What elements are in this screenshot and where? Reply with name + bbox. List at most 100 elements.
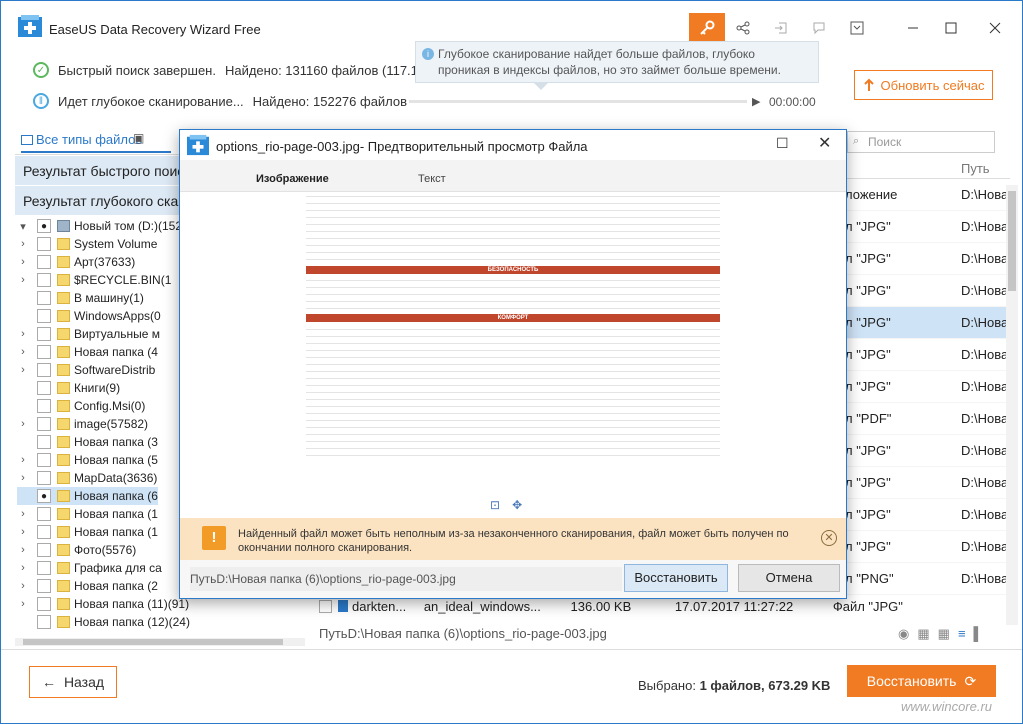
fit-to-window-icon[interactable]: ⊡ — [490, 498, 500, 512]
login-icon[interactable] — [763, 13, 799, 43]
expand-chevron-icon[interactable]: › — [17, 328, 29, 340]
expand-chevron-icon[interactable]: › — [17, 364, 29, 376]
grid-view-icon[interactable]: ▦ — [917, 626, 929, 642]
tree-checkbox[interactable] — [37, 579, 51, 593]
tree-checkbox[interactable] — [37, 309, 51, 323]
tab-text[interactable]: Текст — [418, 173, 446, 185]
menu-dropdown-icon[interactable] — [839, 13, 875, 43]
tree-checkbox[interactable] — [37, 237, 51, 251]
close-icon[interactable] — [977, 13, 1013, 43]
image-icon[interactable]: ▣ — [133, 131, 144, 145]
tree-checkbox[interactable] — [37, 525, 51, 539]
tree-checkbox[interactable] — [37, 543, 51, 557]
expand-chevron-icon[interactable]: › — [17, 562, 29, 574]
details-pane-icon[interactable]: ▌ — [974, 626, 983, 642]
tree-node[interactable]: › SoftwareDistrib — [17, 361, 155, 379]
table-vertical-scrollbar[interactable] — [1006, 185, 1018, 625]
tree-node[interactable]: › Виртуальные м — [17, 325, 160, 343]
expand-chevron-icon[interactable]: › — [17, 238, 29, 250]
actual-size-icon[interactable]: ✥ — [512, 498, 522, 512]
expand-chevron-icon[interactable]: › — [17, 454, 29, 466]
tree-node[interactable]: › Новая папка (2 — [17, 577, 158, 595]
tree-checkbox[interactable] — [37, 399, 51, 413]
expand-chevron-icon[interactable]: › — [17, 508, 29, 520]
tab-image[interactable]: Изображение — [256, 173, 329, 185]
share-icon[interactable] — [725, 13, 761, 43]
expand-chevron-icon[interactable]: › — [17, 598, 29, 610]
tree-checkbox[interactable] — [37, 597, 51, 611]
tree-checkbox[interactable] — [37, 615, 51, 629]
tree-horizontal-scrollbar[interactable] — [15, 638, 305, 646]
expand-chevron-icon[interactable]: › — [17, 472, 29, 484]
tree-node[interactable]: › $RECYCLE.BIN(1 — [17, 271, 171, 289]
play-icon[interactable]: ▶ — [752, 95, 760, 108]
list-view-icon[interactable]: ≡ — [958, 626, 966, 642]
tree-checkbox[interactable]: ● — [37, 489, 51, 503]
expand-chevron-icon[interactable]: › — [17, 346, 29, 358]
tree-node[interactable]: Новая папка (3 — [17, 433, 158, 451]
expand-chevron-icon[interactable]: › — [17, 418, 29, 430]
tree-checkbox[interactable] — [37, 435, 51, 449]
tree-node[interactable]: Книги(9) — [17, 379, 120, 397]
tree-node[interactable]: › Графика для са — [17, 559, 162, 577]
expand-chevron-icon[interactable]: › — [17, 256, 29, 268]
tree-node[interactable]: › Новая папка (11)(91) — [17, 595, 189, 613]
expand-chevron-icon[interactable]: › — [17, 274, 29, 286]
expand-chevron-icon[interactable]: › — [17, 526, 29, 538]
dialog-cancel-button[interactable]: Отмена — [738, 564, 840, 592]
maximize-icon[interactable] — [933, 13, 969, 43]
dialog-close-icon[interactable]: ✕ — [818, 133, 831, 153]
row-checkbox[interactable] — [319, 600, 332, 613]
activate-key-icon[interactable] — [689, 13, 725, 43]
tab-all-file-types[interactable]: Все типы файлов — [21, 132, 172, 153]
tree-node[interactable]: › Новая папка (1 — [17, 523, 158, 541]
tree-checkbox[interactable] — [37, 507, 51, 521]
tree-checkbox[interactable] — [37, 561, 51, 575]
tree-checkbox[interactable] — [37, 345, 51, 359]
tree-node[interactable]: ● Новая папка (6 — [17, 487, 158, 505]
expand-chevron-icon[interactable]: › — [17, 544, 29, 556]
back-button[interactable]: ← Назад — [29, 666, 117, 698]
feedback-icon[interactable] — [801, 13, 837, 43]
recover-button[interactable]: Восстановить ⟳ — [847, 665, 996, 697]
tree-checkbox[interactable] — [37, 417, 51, 431]
tree-checkbox[interactable] — [37, 381, 51, 395]
minimize-icon[interactable] — [895, 13, 931, 43]
tree-node[interactable]: WindowsApps(0 — [17, 307, 161, 325]
tree-node[interactable]: В машину(1) — [17, 289, 144, 307]
tree-checkbox[interactable] — [37, 291, 51, 305]
search-input[interactable]: ⌕ Поиск — [847, 131, 995, 153]
tree-node[interactable]: › MapData(3636) — [17, 469, 157, 487]
tree-node[interactable]: ▾ ● Новый том (D:)(1522 — [17, 217, 189, 235]
column-path[interactable]: Путь — [961, 161, 990, 176]
preview-eye-icon[interactable]: ◉ — [898, 626, 909, 642]
tree-node[interactable]: › image(57582) — [17, 415, 148, 433]
preview-table-line — [306, 294, 720, 295]
tree-node[interactable]: › Фото(5576) — [17, 541, 136, 559]
close-warning-icon[interactable]: ✕ — [821, 530, 837, 546]
tree-checkbox[interactable]: ● — [37, 219, 51, 233]
tree-node[interactable]: › Новая папка (4 — [17, 343, 158, 361]
update-now-button[interactable]: Обновить сейчас — [854, 70, 993, 100]
tree-node[interactable]: › Арт(37633) — [17, 253, 135, 271]
expand-chevron-icon[interactable]: › — [17, 580, 29, 592]
preview-image: БЕЗОПАСНОСТЬ КОМФОРТ — [306, 196, 720, 466]
tiles-view-icon[interactable]: ▦ — [938, 626, 950, 642]
tree-checkbox[interactable] — [37, 363, 51, 377]
preview-table-line — [306, 336, 720, 337]
table-row[interactable]: darkten... an_ideal_windows... 136.00 KB… — [319, 599, 903, 614]
tree-node[interactable]: › System Volume — [17, 235, 157, 253]
tree-node[interactable]: › Новая папка (1 — [17, 505, 158, 523]
dialog-maximize-icon[interactable]: ☐ — [776, 135, 789, 152]
tree-checkbox[interactable] — [37, 273, 51, 287]
tree-checkbox[interactable] — [37, 255, 51, 269]
tree-checkbox[interactable] — [37, 471, 51, 485]
tree-checkbox[interactable] — [37, 453, 51, 467]
pause-icon[interactable]: ‖ — [33, 93, 49, 109]
tree-node[interactable]: Config.Msi(0) — [17, 397, 145, 415]
tree-checkbox[interactable] — [37, 327, 51, 341]
dialog-recover-button[interactable]: Восстановить — [624, 564, 728, 592]
tree-node[interactable]: › Новая папка (5 — [17, 451, 158, 469]
tree-node[interactable]: Новая папка (12)(24) — [17, 613, 190, 631]
expand-chevron-icon[interactable]: ▾ — [17, 220, 29, 233]
